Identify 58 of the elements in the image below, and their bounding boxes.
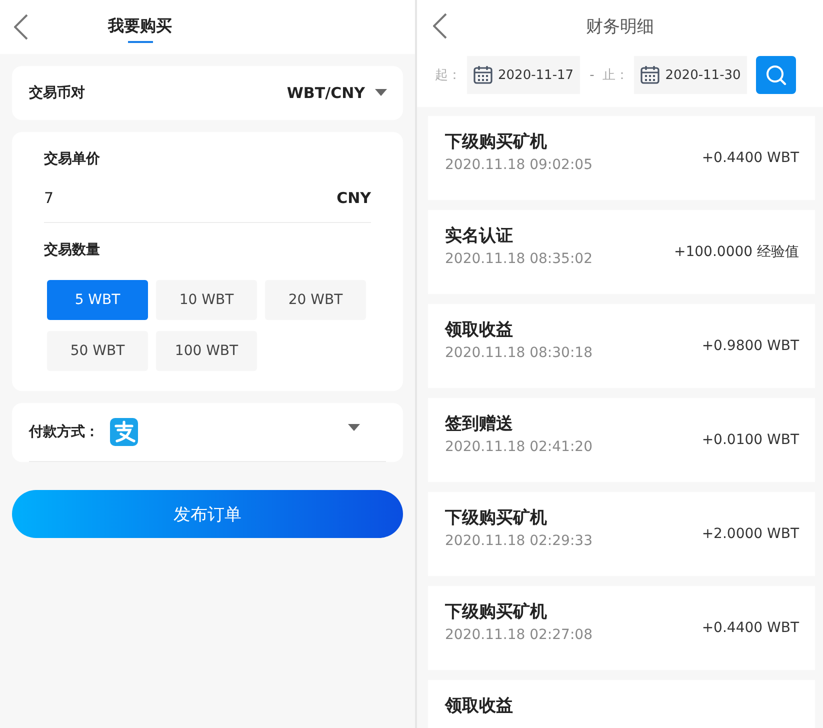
record-title: 领取收益 (445, 696, 513, 716)
quantity-option[interactable]: 5 WBT (47, 280, 148, 320)
record-amount: +0.0100 WBT (702, 432, 799, 448)
search-icon (764, 64, 787, 86)
quantity-option[interactable]: 10 WBT (156, 280, 257, 320)
back-icon[interactable] (433, 13, 447, 39)
price-value: 7 (44, 189, 54, 207)
pair-card[interactable]: 交易币对 WBT/CNY (12, 66, 403, 120)
price-label: 交易单价 (44, 150, 101, 168)
record-amount: +0.9800 WBT (702, 338, 799, 354)
record-title: 下级购买矿机 (445, 508, 548, 528)
payment-select[interactable]: 付款方式： (29, 403, 386, 462)
page-title: 财务明细 (585, 16, 655, 38)
caret-icon (348, 424, 360, 432)
payment-app-icon (110, 418, 138, 446)
calendar-icon (640, 65, 660, 85)
end-date-field[interactable]: 2020-11-30 (634, 56, 747, 94)
record-card[interactable]: 下级购买矿机 2020.11.18 02:29:33 +2.0000 WBT (428, 492, 815, 576)
quantity-option[interactable]: 20 WBT (265, 280, 366, 320)
record-amount: +0.4400 WBT (702, 620, 799, 636)
record-time: 2020.11.18 02:41:20 (445, 439, 592, 456)
record-card[interactable]: 领取收益 2020.11.18 08:30:18 +0.9800 WBT (428, 304, 815, 388)
start-label: 起： (435, 67, 461, 84)
end-label: 止： (602, 67, 628, 84)
record-time: 2020.11.18 08:35:02 (445, 251, 592, 268)
record-time: 2020.11.18 09:02:05 (445, 157, 592, 174)
price-field[interactable]: 7 CNY (44, 174, 371, 223)
record-card[interactable]: 下级购买矿机 2020.11.18 09:02:05 +0.4400 WBT (428, 116, 815, 200)
pair-value: WBT/CNY (286, 84, 365, 102)
calendar-icon (473, 65, 493, 85)
payment-label: 付款方式： (29, 423, 99, 441)
record-time: 2020.11.18 02:29:33 (445, 533, 592, 550)
record-time: 2020.11.18 02:27:08 (445, 627, 592, 644)
start-date-field[interactable]: 2020-11-17 (467, 56, 580, 94)
record-time: 2020.11.18 08:30:18 (445, 345, 592, 362)
record-card[interactable]: 实名认证 2020.11.18 08:35:02 +100.0000 经验值 (428, 210, 815, 294)
record-card[interactable]: 下级购买矿机 2020.11.18 02:27:08 +0.4400 WBT (428, 586, 815, 670)
record-amount: +100.0000 经验值 (674, 243, 799, 261)
pair-label: 交易币对 (29, 84, 85, 102)
quantity-option[interactable]: 50 WBT (47, 331, 148, 371)
record-title: 签到赠送 (445, 414, 514, 434)
quantity-option[interactable]: 100 WBT (156, 331, 257, 371)
back-icon[interactable] (14, 14, 28, 40)
record-title: 下级购买矿机 (445, 132, 548, 152)
record-title: 领取收益 (445, 320, 514, 340)
record-amount: +0.4400 WBT (702, 150, 799, 166)
record-card[interactable]: 领取收益 (428, 680, 815, 728)
page-title: 我要购买 (108, 16, 172, 46)
quantity-label: 交易数量 (44, 241, 101, 259)
caret-icon (375, 89, 387, 97)
search-button[interactable] (756, 56, 796, 94)
record-card[interactable]: 签到赠送 2020.11.18 02:41:20 +0.0100 WBT (428, 398, 815, 482)
record-amount: +2.0000 WBT (702, 526, 799, 542)
record-title: 下级购买矿机 (445, 602, 548, 622)
price-unit: CNY (336, 189, 371, 207)
publish-order-button[interactable]: 发布订单 (12, 490, 403, 538)
record-title: 实名认证 (445, 226, 514, 246)
range-separator: - (590, 68, 594, 82)
